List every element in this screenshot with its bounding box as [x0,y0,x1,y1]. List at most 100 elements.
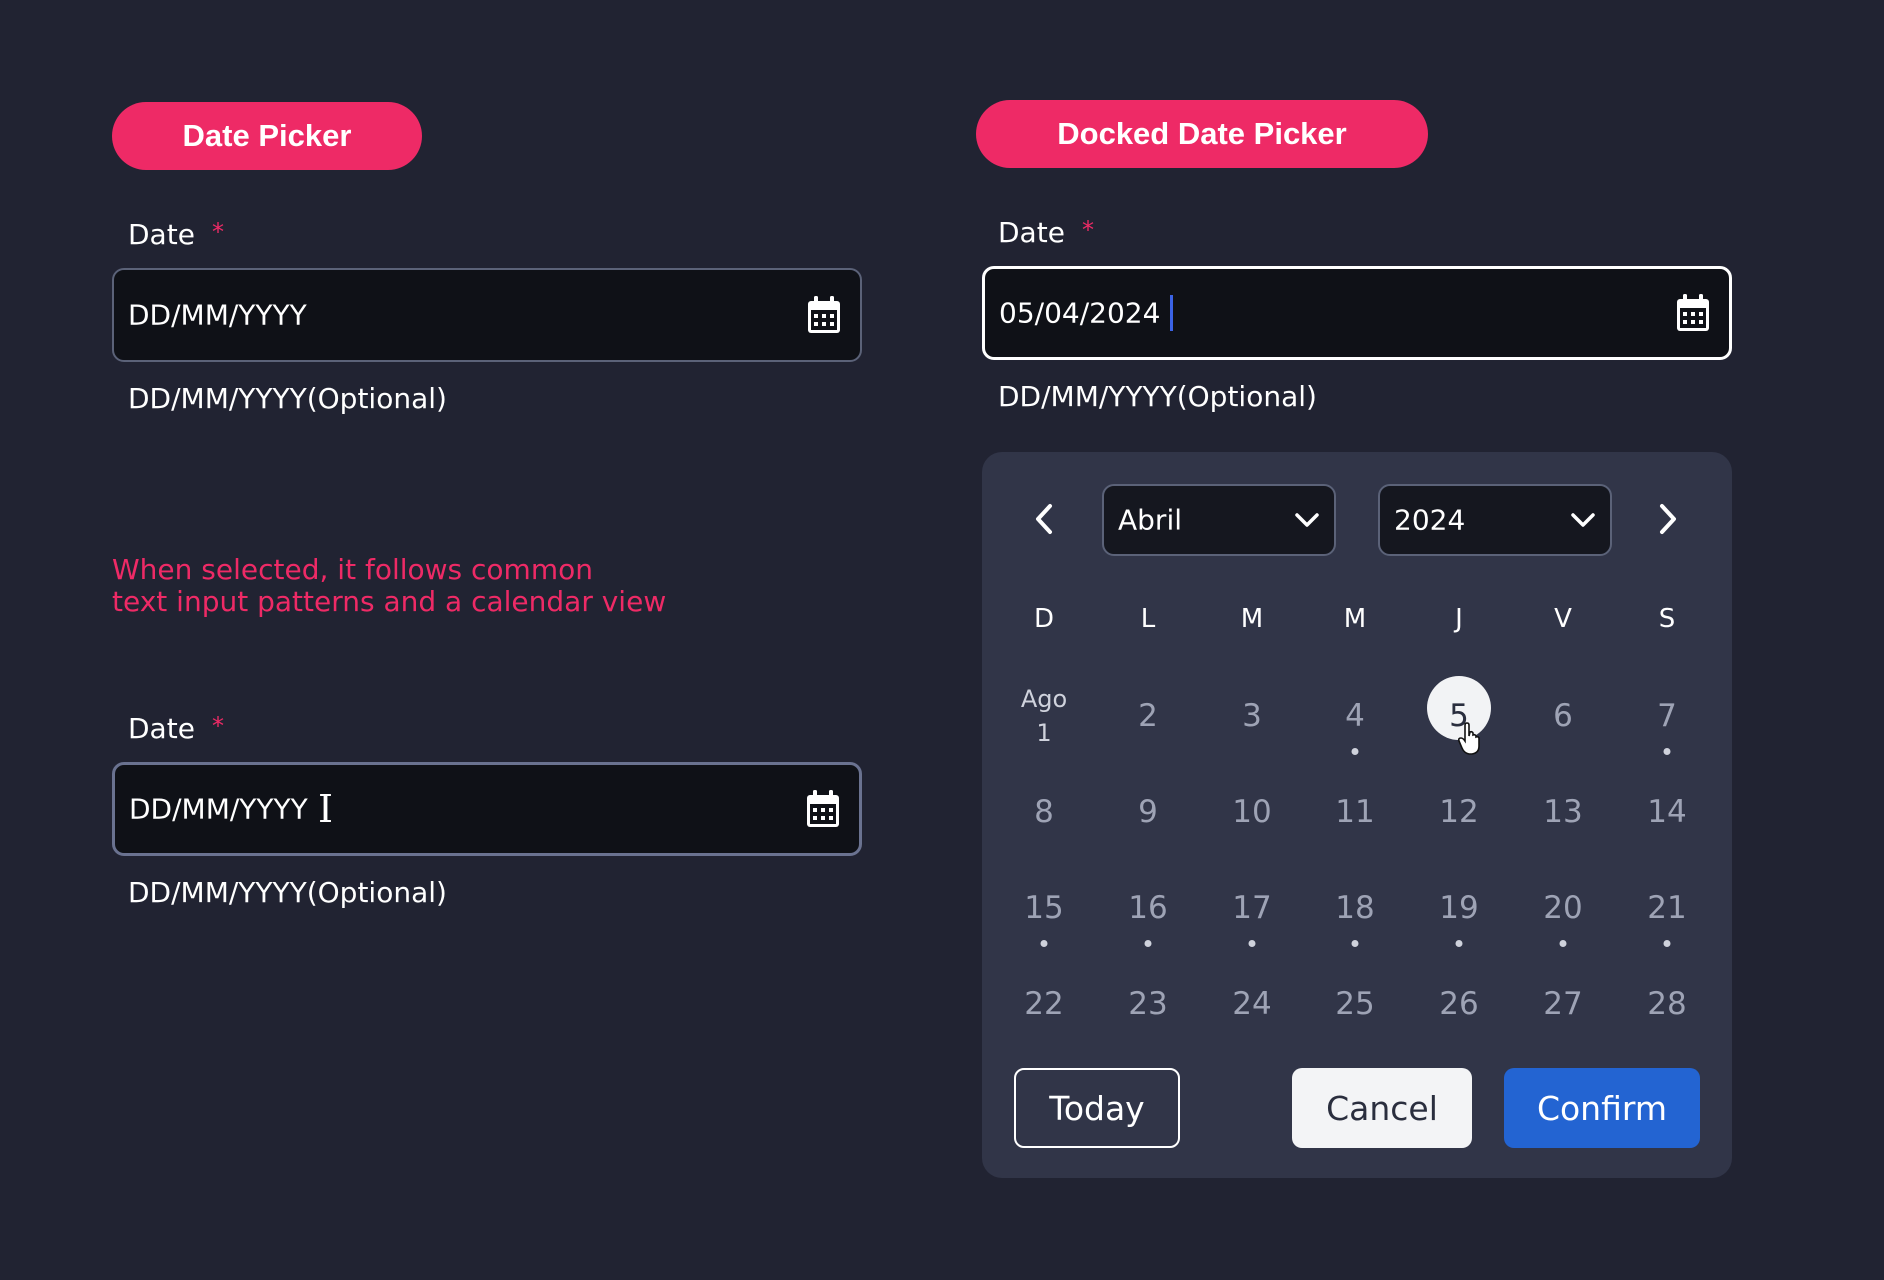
weekday-header: M [1240,604,1264,634]
event-dot [1559,940,1567,947]
calendar-day[interactable]: 26 [1419,964,1499,1044]
required-asterisk: * [1082,216,1094,244]
annotation-line-1: When selected, it follows common [112,553,593,586]
weekday-header: S [1658,604,1676,634]
calendar-day[interactable]: 2 [1108,676,1188,756]
weekday-header: M [1343,604,1367,634]
day-number: 20 [1543,890,1583,926]
day-number: 10 [1232,794,1272,830]
day-month-label: Ago [1020,685,1068,713]
event-dot [1144,940,1152,947]
calendar-day[interactable]: 11 [1315,772,1395,852]
day-number: 3 [1242,698,1262,734]
year-select[interactable]: 2024 [1378,484,1612,556]
previous-month-button[interactable] [1022,497,1066,541]
month-select[interactable]: Abril [1102,484,1336,556]
day-number: 17 [1232,890,1272,926]
event-dot [1663,748,1671,755]
calendar-icon[interactable] [806,295,842,335]
hand-pointer-icon [1457,722,1480,755]
calendar-day[interactable]: 22 [1004,964,1084,1044]
day-number: 14 [1647,794,1687,830]
calendar-day[interactable]: 19 [1419,868,1499,948]
calendar-day[interactable]: 24 [1212,964,1292,1044]
event-dot [1351,940,1359,947]
confirm-button[interactable]: Confirm [1504,1068,1700,1148]
annotation-line-2: text input patterns and a calendar view [112,585,667,618]
calendar-day[interactable]: 14 [1627,772,1707,852]
required-asterisk: * [212,712,224,740]
date-input-field-active[interactable]: 05/04/2024 [982,266,1732,360]
text-caret [1170,295,1173,331]
date-label: Date [998,216,1065,249]
calendar-day[interactable]: 7 [1627,676,1707,756]
date-input-field[interactable]: DD/MM/YYYY [112,268,862,362]
calendar-day[interactable]: Ago 1 [1004,676,1084,756]
day-number: 18 [1335,890,1375,926]
required-asterisk: * [212,218,224,246]
docked-date-picker-title-pill: Docked Date Picker [976,100,1428,168]
calendar-day[interactable]: 3 [1212,676,1292,756]
day-number: 4 [1345,698,1365,734]
chevron-left-icon [1036,504,1052,534]
calendar-day[interactable]: 10 [1212,772,1292,852]
day-number: 28 [1647,986,1687,1022]
day-number: 2 [1138,698,1158,734]
event-dot [1663,940,1671,947]
calendar-day[interactable]: 8 [1004,772,1084,852]
day-number: 9 [1138,794,1158,830]
day-number: 24 [1232,986,1272,1022]
calendar-icon[interactable] [1675,293,1711,333]
text-cursor-icon: I [318,787,334,831]
day-number: 11 [1335,794,1375,830]
chevron-down-icon [1295,513,1319,527]
weekday-header: D [1033,604,1055,634]
calendar-day[interactable]: 28 [1627,964,1707,1044]
today-button[interactable]: Today [1014,1068,1180,1148]
day-number: 6 [1553,698,1573,734]
cancel-button[interactable]: Cancel [1292,1068,1472,1148]
weekday-header: V [1554,604,1572,634]
chevron-down-icon [1571,513,1595,527]
event-dot [1351,748,1359,755]
calendar-day[interactable]: 25 [1315,964,1395,1044]
calendar-day[interactable]: 16 [1108,868,1188,948]
date-label: Date [128,218,195,251]
calendar-day[interactable]: 6 [1523,676,1603,756]
annotation-note: When selected, it follows common text in… [112,554,666,618]
day-number: 12 [1439,794,1479,830]
day-number: 25 [1335,986,1375,1022]
calendar-day[interactable]: 12 [1419,772,1499,852]
day-number: 16 [1128,890,1168,926]
calendar-day[interactable]: 27 [1523,964,1603,1044]
calendar-day[interactable]: 20 [1523,868,1603,948]
calendar-day[interactable]: 13 [1523,772,1603,852]
next-month-button[interactable] [1646,497,1690,541]
event-dot [1248,940,1256,947]
calendar-day[interactable]: 9 [1108,772,1188,852]
date-label: Date [128,712,195,745]
day-number: 22 [1024,986,1064,1022]
day-number: 1 [1036,719,1052,747]
calendar-icon[interactable] [805,789,841,829]
day-number: 7 [1657,698,1677,734]
date-input-placeholder: DD/MM/YYYY [128,298,307,332]
day-number: 27 [1543,986,1583,1022]
date-input-field-hover[interactable]: DD/MM/YYYY I [112,762,862,856]
calendar-day[interactable]: 17 [1212,868,1292,948]
calendar-day[interactable]: 18 [1315,868,1395,948]
date-input-value: 05/04/2024 [999,296,1161,330]
day-number: 26 [1439,986,1479,1022]
date-input-placeholder: DD/MM/YYYY [129,792,308,826]
calendar-day[interactable]: 4 [1315,676,1395,756]
calendar-day-selected[interactable]: 5 [1419,676,1499,756]
date-picker-title-pill: Date Picker [112,102,422,170]
calendar-day[interactable]: 23 [1108,964,1188,1044]
calendar-day[interactable]: 21 [1627,868,1707,948]
year-select-value: 2024 [1394,503,1466,537]
event-dot [1455,940,1463,947]
calendar-day[interactable]: 15 [1004,868,1084,948]
month-select-value: Abril [1118,503,1182,537]
calendar-panel: Abril 2024 D L M M J V S Ago 1 2 3 4 5 6… [982,452,1732,1178]
date-helper-text: DD/MM/YYYY(Optional) [998,380,1317,413]
